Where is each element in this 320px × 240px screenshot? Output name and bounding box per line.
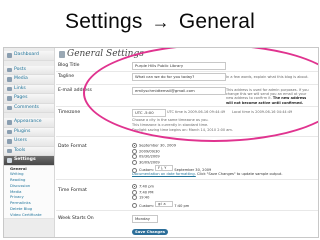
row-divider [56,210,318,211]
submenu-video-certificate[interactable]: Video Certificate [4,212,54,218]
email-description: This address is used for admin purposes.… [226,88,309,105]
local-time: Local time is 2009-06-16 04:44:49 [232,110,293,114]
media-icon [7,77,12,82]
slide-title-section: General [178,10,255,33]
time-format-label: Time Format [58,188,87,193]
links-icon [7,86,12,91]
settings-page-icon [59,51,65,58]
blog-title-input[interactable]: Purple Hills Public Library [132,62,226,70]
time-custom-input[interactable]: g:i a [155,200,174,207]
time-format-option[interactable]: 7:40 PM [132,189,153,195]
tagline-label: Tagline [58,74,75,79]
date-custom-input[interactable]: F j, Y [155,165,174,171]
admin-sidebar: Dashboard Posts Media Links Pages Commen… [4,48,55,237]
blog-title-label: Blog Title [58,63,80,68]
tagline-input[interactable]: What can we do for you today? [132,73,226,81]
time-format-option[interactable]: 7:40 pm [132,184,154,189]
week-starts-select[interactable]: Monday [132,215,158,223]
timezone-description-2: This timezone is currently in standard t… [132,123,209,127]
row-divider [56,136,318,137]
slide-title-settings: Settings [65,10,143,33]
tagline-description: In a few words, explain what this blog i… [226,75,309,79]
sidebar-item-settings[interactable]: Settings [4,156,54,166]
sidebar-item-links[interactable]: Links [4,84,54,94]
sidebar-item-plugins[interactable]: Plugins [4,127,54,137]
date-format-option[interactable]: September 30, 2009 [132,143,176,148]
slide-title: Settings → General [0,10,320,34]
sidebar-item-dashboard[interactable]: Dashboard [4,51,54,61]
week-starts-label: Week Starts On [58,216,94,221]
sidebar-item-posts[interactable]: Posts [4,65,54,75]
date-format-option[interactable]: 2009/09/30 [132,148,160,154]
time-format-custom[interactable]: Custom: g:i a 7:40 pm [132,200,189,208]
radio-button[interactable] [132,148,137,154]
settings-icon [7,158,12,163]
radio-button[interactable] [132,195,137,200]
settings-main: General Settings Blog Title Purple Hills… [56,48,318,237]
page-title: General Settings [67,49,144,59]
row-divider [56,84,318,85]
date-doc-row: Documentation on date formatting. Click … [132,172,283,176]
row-divider [56,71,318,72]
sidebar-item-media[interactable]: Media [4,75,54,85]
timezone-select[interactable]: UTC -5:00 [132,109,166,117]
appearance-icon [7,120,12,125]
pages-icon [7,96,12,101]
posts-icon [7,67,12,72]
date-doc-link[interactable]: Documentation on date formatting. [132,172,196,176]
radio-button[interactable] [132,143,137,148]
date-format-option[interactable]: 30/09/2009 [132,159,160,165]
timezone-description-1: Choose a city in the same timezone as yo… [132,118,209,122]
email-label: E-mail address [58,88,92,93]
sidebar-item-users[interactable]: Users [4,137,54,147]
date-format-label: Date Format [58,144,87,149]
right-arrow-icon: → [151,12,170,32]
radio-button[interactable] [132,184,137,189]
comments-icon [7,105,12,110]
row-divider [56,106,318,107]
plugins-icon [7,129,12,134]
save-changes-button[interactable]: Save Changes [132,229,168,235]
timezone-label: Timezone [58,110,81,115]
sidebar-item-appearance[interactable]: Appearance [4,118,54,128]
sidebar-item-pages[interactable]: Pages [4,94,54,104]
radio-button[interactable] [132,189,137,195]
utc-time: UTC time is 2009-06-16 09:44:49 [167,110,226,114]
row-divider [56,179,318,180]
email-input[interactable]: emilyschmidtemail@gmail.com [132,87,226,95]
tools-icon [7,148,12,153]
users-icon [7,139,12,144]
radio-button[interactable] [132,159,137,165]
sidebar-item-comments[interactable]: Comments [4,103,54,113]
radio-button[interactable] [132,203,137,208]
timezone-description-3: Daylight saving time begins on: March 14… [132,128,233,132]
settings-submenu: General Writing Reading Discussion Media… [4,165,54,219]
radio-button[interactable] [132,154,137,159]
sidebar-item-tools[interactable]: Tools [4,146,54,156]
admin-screenshot: Dashboard Posts Media Links Pages Commen… [3,47,319,238]
dashboard-icon [7,53,12,58]
time-format-option[interactable]: 19:40 [132,195,149,200]
date-format-option[interactable]: 09/30/2009 [132,154,160,159]
